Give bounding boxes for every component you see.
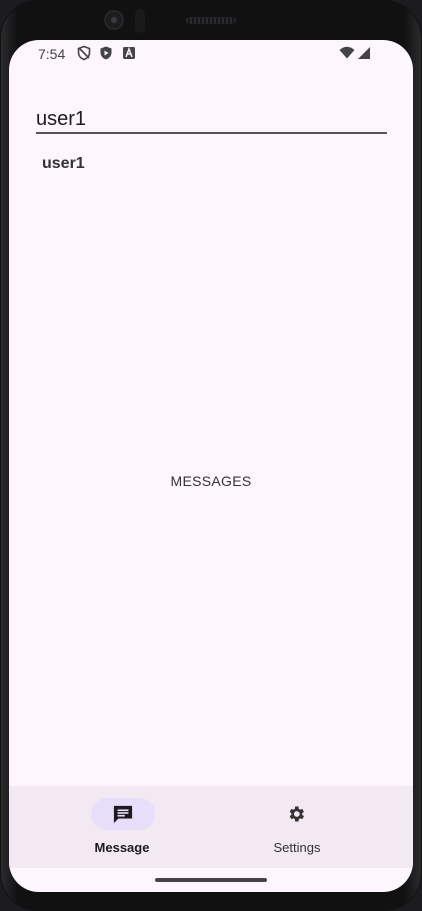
camera-lens (111, 17, 117, 23)
proximity-sensor (135, 9, 145, 33)
accessibility-a-icon (123, 46, 135, 59)
message-icon (113, 805, 133, 824)
app-screen: 7:54 user1 MESSAGES (9, 40, 413, 892)
wifi-icon (339, 46, 355, 59)
list-item-user[interactable]: user1 (42, 155, 85, 173)
gesture-handle[interactable] (155, 878, 267, 882)
earpiece-speaker (186, 17, 236, 24)
status-bar: 7:54 (9, 40, 413, 68)
messages-label: MESSAGES (170, 473, 252, 489)
cell-signal-icon (358, 47, 370, 59)
device-frame: 7:54 user1 MESSAGES (0, 0, 422, 911)
nav-item-settings[interactable]: Settings (196, 786, 398, 868)
nav-item-message[interactable]: Message (22, 786, 224, 868)
bottom-navigation: Message Settings (9, 786, 413, 868)
search-input[interactable] (36, 106, 387, 132)
search-field[interactable] (36, 106, 387, 134)
status-time: 7:54 (38, 46, 66, 62)
nav-icon-holder (265, 798, 329, 830)
play-protect-icon (100, 46, 112, 60)
nav-active-indicator (91, 798, 155, 830)
front-camera (104, 10, 124, 30)
nav-label-settings: Settings (273, 840, 321, 855)
privacy-shield-icon (77, 45, 91, 61)
nav-label-message: Message (94, 840, 150, 855)
gear-icon (289, 806, 304, 822)
